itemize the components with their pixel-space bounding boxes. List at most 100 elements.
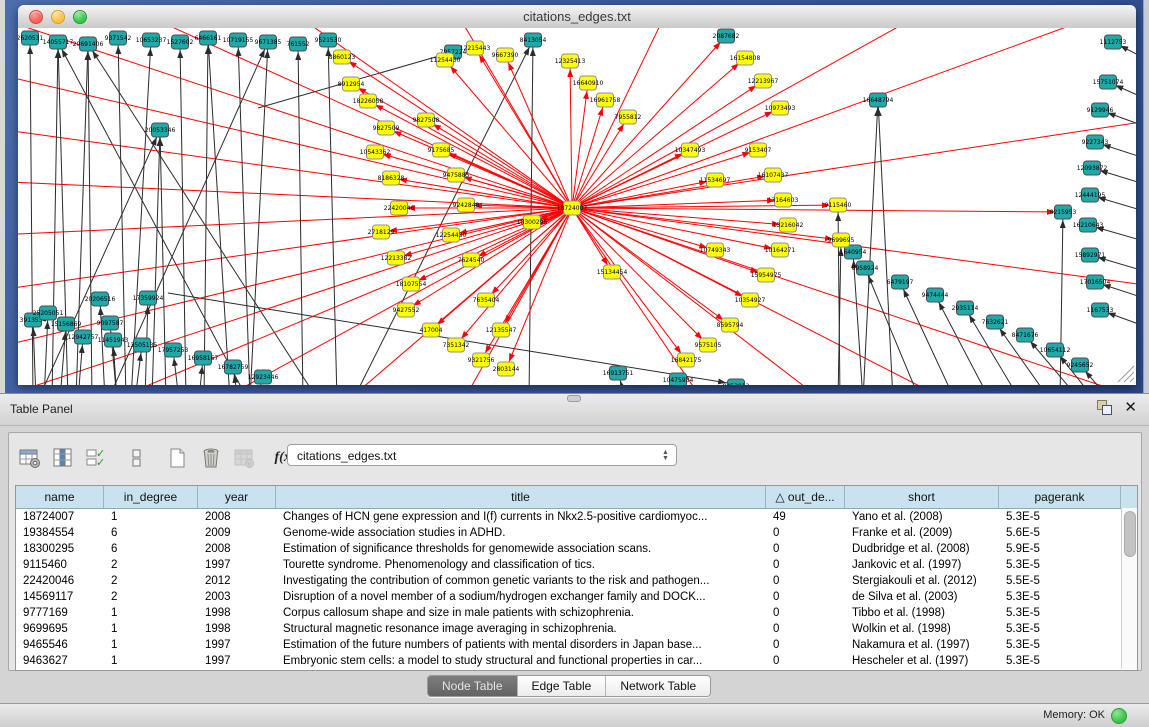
- cell-title: Changes of HCN gene expression and I(f) …: [276, 509, 766, 525]
- node-label: 11451943: [98, 337, 129, 344]
- node-label: 2935114: [952, 305, 979, 312]
- cell-pagerank: 5.3E-5: [999, 589, 1121, 605]
- cell-short: Hescheler et al. (1997): [845, 653, 999, 669]
- node-label: 17957253: [158, 347, 189, 354]
- resize-grip-icon[interactable]: [1124, 372, 1134, 382]
- column-header-name[interactable]: name: [16, 486, 104, 508]
- clear-selection-icon[interactable]: [124, 445, 150, 471]
- table-row[interactable]: 1830029562008Estimation of significance …: [16, 541, 1137, 557]
- delete-column-icon[interactable]: [198, 445, 224, 471]
- splitter-handle[interactable]: [567, 395, 581, 402]
- node-label: 10543362: [360, 149, 391, 156]
- node-label: 12093872: [1077, 165, 1108, 172]
- table-mode-icon[interactable]: [17, 445, 43, 471]
- table-row[interactable]: 977716911998Corpus callosum shape and si…: [16, 605, 1137, 621]
- cell-in_degree: 2: [104, 589, 198, 605]
- show-columns-icon[interactable]: [50, 445, 76, 471]
- node-label: 12254430: [436, 232, 467, 239]
- cell-title: Structural magnetic resonance image aver…: [276, 621, 766, 637]
- node-label: 1527602: [167, 39, 194, 46]
- column-header-short[interactable]: short: [845, 486, 999, 508]
- cell-pagerank: 5.3E-5: [999, 621, 1121, 637]
- node-label: 10719155: [223, 37, 254, 44]
- panel-title: Table Panel: [10, 402, 73, 416]
- node-label: 9699695: [828, 237, 855, 244]
- table-row[interactable]: 969969511998Structural magnetic resonanc…: [16, 621, 1137, 637]
- node-label: 8595794: [717, 322, 744, 329]
- column-header-in_degree[interactable]: in_degree: [104, 486, 198, 508]
- svg-text:✓: ✓: [96, 457, 105, 469]
- table-row[interactable]: 2242004622012Investigating the contribut…: [16, 573, 1137, 589]
- network-window-titlebar[interactable]: citations_edges.txt: [18, 5, 1136, 29]
- cell-year: 2009: [198, 525, 276, 541]
- memory-status-label: Memory: OK: [1043, 709, 1105, 721]
- node-label: 16961758: [590, 97, 621, 104]
- select-rows-icon[interactable]: ✓✓: [83, 445, 109, 471]
- node-label: 2803144: [493, 366, 520, 373]
- network-edge: [431, 208, 572, 330]
- table-row[interactable]: 1938455462009Genome-wide association stu…: [16, 525, 1137, 541]
- node-label: 12325413: [555, 58, 586, 65]
- table-row[interactable]: 1872400712008Changes of HCN gene express…: [16, 509, 1137, 525]
- table-tabs-row: Node TableEdge TableNetwork Table: [0, 669, 1149, 703]
- node-label: 20206516: [85, 296, 116, 303]
- table-row[interactable]: 911546021997Tourette syndrome. Phenomeno…: [16, 557, 1137, 573]
- table-row[interactable]: 1456911722003Disruption of a novel membe…: [16, 589, 1137, 605]
- cell-short: Dudbridge et al. (2008): [845, 541, 999, 557]
- tab-edge-table[interactable]: Edge Table: [518, 676, 607, 696]
- scrollbar-thumb[interactable]: [1124, 511, 1136, 557]
- tab-network-table[interactable]: Network Table: [606, 676, 710, 696]
- network-edge: [572, 28, 1118, 208]
- column-header-year[interactable]: year: [198, 486, 276, 508]
- cell-name: 18300295: [16, 541, 104, 557]
- node-label: 2087682: [713, 33, 740, 40]
- node-label: 761552: [287, 41, 310, 48]
- column-header-title[interactable]: title: [276, 486, 766, 508]
- node-label: 25205051: [33, 310, 64, 317]
- network-window: citations_edges.txt 18724007262053114055…: [18, 5, 1136, 385]
- node-label: 8413054: [520, 37, 547, 44]
- column-header-out_degree[interactable]: △ out_de...: [766, 486, 845, 508]
- cell-out_degree: 49: [766, 509, 845, 525]
- column-header-pagerank[interactable]: pagerank: [999, 486, 1121, 508]
- network-edge: [863, 100, 878, 385]
- network-edge: [18, 178, 572, 208]
- cell-year: 2008: [198, 509, 276, 525]
- new-column-icon[interactable]: [165, 445, 191, 471]
- resize-grip-icon[interactable]: [1130, 378, 1134, 382]
- table-panel-header: Table Panel ✕: [0, 393, 1149, 426]
- table-selector-dropdown[interactable]: citations_edges.txt ▲▼: [287, 444, 677, 466]
- node-label: 9115460: [825, 202, 852, 209]
- network-edge: [88, 44, 318, 385]
- node-label: 17016504: [1080, 279, 1111, 286]
- node-label: 10653237: [136, 37, 167, 44]
- delete-table-icon[interactable]: x: [231, 445, 257, 471]
- node-label: 9097587: [97, 320, 124, 327]
- network-edge: [506, 208, 572, 369]
- node-label: 14055717: [43, 39, 74, 46]
- table-header-row: namein_degreeyeartitle△ out_de...shortpa…: [16, 486, 1137, 509]
- node-label: 18226058: [353, 98, 384, 105]
- node-label: 9129946: [1087, 107, 1114, 114]
- float-panel-icon[interactable]: [1097, 400, 1112, 415]
- node-table: namein_degreeyeartitle△ out_de...shortpa…: [15, 485, 1138, 671]
- cell-year: 1997: [198, 557, 276, 573]
- cell-name: 9777169: [16, 605, 104, 621]
- cell-title: Tourette syndrome. Phenomenology and cla…: [276, 557, 766, 573]
- close-panel-icon[interactable]: ✕: [1124, 400, 1137, 415]
- network-edge: [18, 208, 572, 238]
- tab-node-table[interactable]: Node Table: [428, 676, 518, 696]
- cell-year: 1998: [198, 605, 276, 621]
- table-row[interactable]: 946554611997Estimation of the future num…: [16, 637, 1137, 653]
- table-row[interactable]: 946362711997Embryonic stem cells: a mode…: [16, 653, 1137, 669]
- cell-out_degree: 0: [766, 589, 845, 605]
- node-label: 13216042: [773, 222, 804, 229]
- window-title: citations_edges.txt: [18, 9, 1136, 24]
- network-edge: [572, 208, 686, 360]
- node-label: 18724007: [557, 205, 588, 212]
- node-label: 16154808: [730, 55, 761, 62]
- network-canvas[interactable]: 1872400726205311405571720691406937154210…: [18, 28, 1136, 385]
- vertical-scrollbar[interactable]: [1121, 508, 1137, 669]
- cell-title: Estimation of significance thresholds fo…: [276, 541, 766, 557]
- node-label: 9175685: [428, 147, 455, 154]
